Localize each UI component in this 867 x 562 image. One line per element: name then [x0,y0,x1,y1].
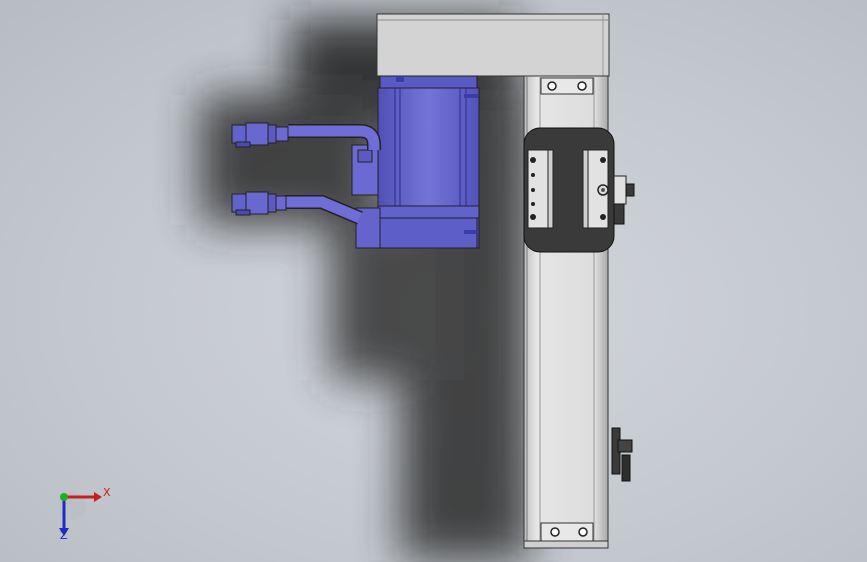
z-axis-label: Z [60,529,68,542]
top-mount-block[interactable] [376,13,610,77]
cad-model-scene [58,13,635,560]
limit-sensor-bracket[interactable] [611,427,633,482]
y-axis-dot [60,493,68,501]
model-shadow [200,20,530,560]
carriage[interactable] [523,127,635,253]
x-axis-label: X [103,486,111,499]
x-axis-arrowhead [94,492,102,502]
cad-viewport[interactable]: X Z [0,0,867,562]
